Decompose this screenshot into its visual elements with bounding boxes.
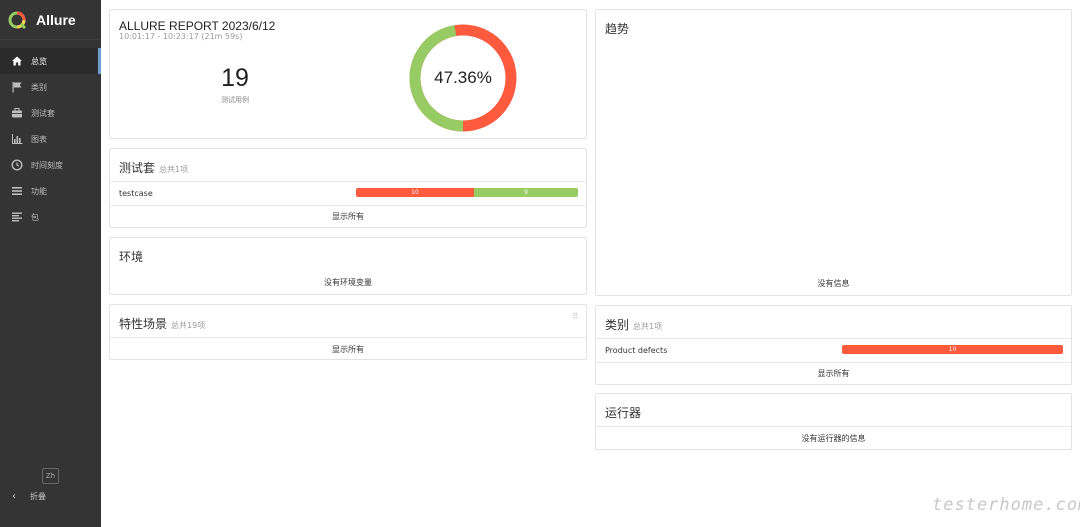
sidebar-item-label: 图表 <box>31 134 47 144</box>
sidebar-nav: 总览 类别 测试套 图表 时间刻度 功能 包 <box>0 48 101 230</box>
sidebar-item-label: 类别 <box>31 82 47 92</box>
trend-empty: 没有信息 <box>817 279 850 288</box>
briefcase-icon <box>10 107 23 120</box>
pass-rate-percent: 47.36% <box>434 68 492 87</box>
report-title: ALLURE REPORT 2023/6/12 <box>119 19 276 33</box>
widget-subtitle: 总共1项 <box>159 165 189 174</box>
app-name: Allure <box>36 11 76 28</box>
trend-widget: 趋势 没有信息 <box>595 9 1072 296</box>
sidebar-item-overview[interactable]: 总览 <box>0 48 101 74</box>
language-toggle[interactable]: Zh <box>42 468 59 484</box>
categories-title: 类别 总共1项 <box>596 306 1071 333</box>
category-name: Product defects <box>605 345 668 355</box>
trend-title: 趋势 <box>605 22 630 36</box>
watermark: testerhome.com <box>932 495 1080 515</box>
bar-chart-icon <box>10 133 23 146</box>
collapse-button[interactable]: ‹ 折叠 <box>12 491 46 502</box>
report-time-range: 10:01:17 - 10:23:17 (21m 59s) <box>119 32 243 41</box>
sidebar-item-graphs[interactable]: 图表 <box>0 126 101 152</box>
sidebar-item-label: 功能 <box>31 186 47 196</box>
align-left-icon <box>10 211 23 224</box>
sidebar-item-categories[interactable]: 类别 <box>0 74 101 100</box>
summary-widget: ALLURE REPORT 2023/6/12 10:01:17 - 10:23… <box>109 9 587 139</box>
environment-widget: 环境 没有环境变量 <box>109 237 587 295</box>
test-case-count-label: 测试用例 <box>221 96 249 104</box>
sidebar-item-label: 包 <box>31 212 39 222</box>
sidebar-item-behaviors[interactable]: 功能 <box>0 178 101 204</box>
features-widget: 特性场景 总共19项 ⠿ 显示所有 <box>109 304 587 360</box>
sidebar-item-suites[interactable]: 测试套 <box>0 100 101 126</box>
suites-title: 测试套 总共1项 <box>110 149 586 176</box>
passed-segment: 9 <box>474 188 578 197</box>
sidebar-item-packages[interactable]: 包 <box>0 204 101 230</box>
show-all-link[interactable]: 显示所有 <box>596 368 1071 379</box>
executors-title: 运行器 <box>605 406 642 420</box>
environment-empty: 没有环境变量 <box>324 278 372 287</box>
test-case-count: 19 <box>221 64 249 92</box>
show-all-link[interactable]: 显示所有 <box>110 344 586 355</box>
chevron-left-icon: ‹ <box>12 491 16 502</box>
widget-subtitle: 总共19项 <box>171 321 206 330</box>
widget-title: 类别 <box>605 318 630 332</box>
sidebar-item-label: 时间刻度 <box>31 160 63 170</box>
flag-icon <box>10 81 23 94</box>
widget-title: 测试套 <box>119 161 156 175</box>
sidebar-item-label: 测试套 <box>31 108 55 118</box>
status-bar: 10 <box>842 345 1063 354</box>
list-icon <box>10 185 23 198</box>
widget-title: 特性场景 <box>119 317 168 331</box>
environment-title: 环境 <box>119 250 144 264</box>
list-item[interactable]: testcase 10 9 <box>110 181 586 205</box>
sidebar-item-label: 总览 <box>31 56 47 66</box>
widget-subtitle: 总共1项 <box>633 322 663 331</box>
suite-name: testcase <box>119 188 153 198</box>
home-icon <box>10 55 23 68</box>
features-title: 特性场景 总共19项 <box>110 305 586 332</box>
executors-widget: 运行器 没有运行器的信息 <box>595 393 1072 450</box>
sidebar: Allure 总览 类别 测试套 图表 时间刻度 功能 包 Zh ‹ 折叠 <box>0 0 101 527</box>
failed-segment: 10 <box>842 345 1063 354</box>
brand[interactable]: Allure <box>0 0 101 40</box>
list-item[interactable]: Product defects 10 <box>596 338 1071 362</box>
executors-empty: 没有运行器的信息 <box>801 434 866 443</box>
drag-handle-icon[interactable]: ⠿ <box>572 312 578 321</box>
failed-segment: 10 <box>356 188 474 197</box>
status-bar: 10 9 <box>356 188 578 197</box>
allure-logo-icon <box>7 10 27 30</box>
categories-widget: 类别 总共1项 Product defects 10 显示所有 <box>595 305 1072 385</box>
clock-icon <box>10 159 23 172</box>
show-all-link[interactable]: 显示所有 <box>110 211 586 222</box>
sidebar-item-timeline[interactable]: 时间刻度 <box>0 152 101 178</box>
collapse-label: 折叠 <box>30 492 46 501</box>
suites-widget: 测试套 总共1项 testcase 10 9 显示所有 <box>109 148 587 228</box>
